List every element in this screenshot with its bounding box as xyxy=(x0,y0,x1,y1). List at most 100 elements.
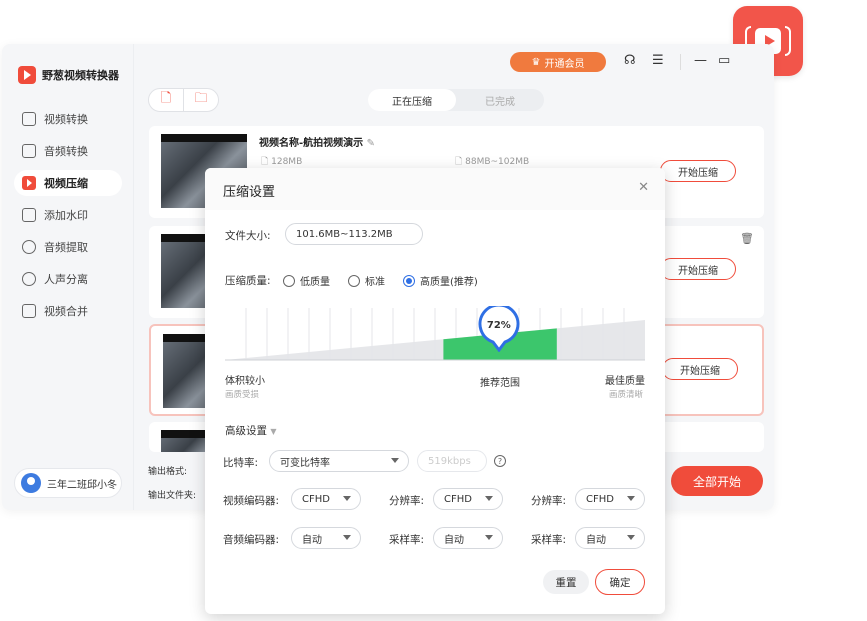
audio-extract-icon xyxy=(22,240,36,254)
trash-icon[interactable]: 🗑 xyxy=(740,232,754,245)
sidebar-item-video-compress[interactable]: 视频压缩 xyxy=(14,170,122,196)
advanced-settings-toggle[interactable]: 高级设置 ▼ xyxy=(225,423,277,438)
video-convert-icon xyxy=(22,112,36,126)
chevron-down-icon xyxy=(485,496,493,501)
minimize-icon[interactable]: — xyxy=(694,53,707,68)
quality-slider[interactable] xyxy=(225,308,645,362)
video-encoder-value: CFHD xyxy=(302,493,330,505)
tab-compressing[interactable]: 正在压缩 xyxy=(368,89,456,111)
resolution-label: 分辨率: xyxy=(389,495,425,507)
bitrate-value: 可变比特率 xyxy=(280,457,330,469)
user-account[interactable]: 三年二班邱小冬 xyxy=(14,468,122,498)
help-icon[interactable]: ? xyxy=(494,455,506,467)
topbar: ♛ 开通会员 ☊ ☰ — ▭ xyxy=(134,44,774,84)
radio-selected-icon xyxy=(403,274,415,287)
sidebar-nav: 视频转换 音频转换 视频压缩 添加水印 音频提取 人声分离 视频合并 xyxy=(14,106,122,330)
output-folder-label: 输出文件夹: xyxy=(148,491,197,501)
scale-right-label: 最佳质量 xyxy=(605,376,645,387)
radio-icon xyxy=(283,274,295,287)
sidebar-item-label: 视频合并 xyxy=(44,305,88,318)
bitrate-kbps-field[interactable]: 519kbps xyxy=(417,450,487,472)
sample-rate-value-2: 自动 xyxy=(586,534,606,546)
close-icon[interactable]: ✕ xyxy=(638,180,649,195)
chevron-down-icon xyxy=(343,535,351,540)
sample-rate-select-2[interactable]: 自动 xyxy=(575,527,645,549)
video-encoder-label: 视频编码器: xyxy=(223,495,280,507)
resolution-select[interactable]: CFHD xyxy=(433,488,503,510)
sidebar-item-label: 音频提取 xyxy=(44,241,88,254)
file-icon: 🗋 xyxy=(261,157,269,167)
file-size-label: 文件大小: xyxy=(225,230,271,242)
scale-right-sub: 画质清晰 xyxy=(609,390,644,400)
sample-rate-label-2: 采样率: xyxy=(531,534,567,546)
start-compress-button[interactable]: 开始压缩 xyxy=(660,160,736,182)
sidebar-item-watermark[interactable]: 添加水印 xyxy=(14,202,122,228)
add-file-button[interactable]: 🗋 xyxy=(148,88,184,112)
app-logo: 野葱视频转换器 xyxy=(18,66,119,84)
tab-done[interactable]: 已完成 xyxy=(456,89,544,111)
user-name: 三年二班邱小冬 xyxy=(47,479,117,491)
sample-rate-label: 采样率: xyxy=(389,534,425,546)
quality-standard-radio[interactable]: 标准 xyxy=(348,273,385,288)
sample-rate-value: 自动 xyxy=(444,534,464,546)
advanced-label: 高级设置 xyxy=(225,425,267,437)
radio-label: 低质量 xyxy=(300,277,330,288)
chevron-down-icon: ▼ xyxy=(270,427,277,436)
chevron-down-icon xyxy=(627,496,635,501)
crown-icon: ♛ xyxy=(531,56,541,68)
quality-low-radio[interactable]: 低质量 xyxy=(283,273,330,288)
radio-label: 标准 xyxy=(365,277,385,288)
scale-left-sub: 画质受损 xyxy=(225,390,260,400)
resolution-value: CFHD xyxy=(444,493,472,505)
compress-settings-dialog: 压缩设置 ✕ 文件大小: 101.6MB~113.2MB 压缩质量: 低质量 标… xyxy=(205,168,665,614)
bitrate-select[interactable]: 可变比特率 xyxy=(269,450,409,472)
menu-icon[interactable]: ☰ xyxy=(652,53,664,68)
start-all-button[interactable]: 全部开始 xyxy=(671,466,763,496)
add-folder-icon: 🗀 xyxy=(194,91,208,106)
app-title: 野葱视频转换器 xyxy=(42,69,119,82)
resolution-select-2[interactable]: CFHD xyxy=(575,488,645,510)
add-folder-button[interactable]: 🗀 xyxy=(183,88,219,112)
sample-rate-select[interactable]: 自动 xyxy=(433,527,503,549)
file-name-text: 视频名称-航拍视频演示 xyxy=(259,138,364,149)
chevron-down-icon xyxy=(485,535,493,540)
confirm-button[interactable]: 确定 xyxy=(595,569,645,595)
start-compress-button[interactable]: 开始压缩 xyxy=(660,258,736,280)
radio-label: 高质量(推荐) xyxy=(420,277,478,288)
bitrate-kbps-value: 519kbps xyxy=(428,455,471,467)
sidebar-item-label: 视频压缩 xyxy=(44,177,88,190)
resolution-label-2: 分辨率: xyxy=(531,495,567,507)
audio-convert-icon xyxy=(22,144,36,158)
quality-knob[interactable]: 72% xyxy=(478,303,520,353)
video-compress-icon xyxy=(22,176,36,190)
divider xyxy=(680,54,681,70)
start-compress-button[interactable]: 开始压缩 xyxy=(662,358,738,380)
quality-high-radio[interactable]: 高质量(推荐) xyxy=(403,273,478,288)
headset-icon[interactable]: ☊ xyxy=(624,53,636,68)
sidebar-item-video-convert[interactable]: 视频转换 xyxy=(14,106,122,132)
output-size-text: 88MB~102MB xyxy=(465,157,530,167)
edit-icon[interactable]: ✎ xyxy=(367,138,375,149)
sidebar: 野葱视频转换器 视频转换 音频转换 视频压缩 添加水印 音频提取 人声分离 视频… xyxy=(2,44,134,510)
quality-percent: 72% xyxy=(486,320,511,331)
file-icon: 🗋 xyxy=(455,157,463,167)
file-size-field[interactable]: 101.6MB~113.2MB xyxy=(285,223,423,245)
audio-encoder-select[interactable]: 自动 xyxy=(291,527,361,549)
dialog-header: 压缩设置 ✕ xyxy=(205,168,665,210)
audio-encoder-label: 音频编码器: xyxy=(223,534,280,546)
sidebar-item-label: 人声分离 xyxy=(44,273,88,286)
reset-button[interactable]: 重置 xyxy=(543,570,589,594)
video-encoder-select[interactable]: CFHD xyxy=(291,488,361,510)
source-size-text: 128MB xyxy=(271,157,303,167)
output-format-label: 输出格式: xyxy=(148,467,188,477)
vip-button[interactable]: ♛ 开通会员 xyxy=(510,52,606,72)
sidebar-item-audio-extract[interactable]: 音频提取 xyxy=(14,234,122,260)
maximize-icon[interactable]: ▭ xyxy=(718,53,730,68)
sidebar-item-video-merge[interactable]: 视频合并 xyxy=(14,298,122,324)
sidebar-item-audio-convert[interactable]: 音频转换 xyxy=(14,138,122,164)
watermark-icon xyxy=(22,208,36,222)
voice-separate-icon xyxy=(22,272,36,286)
sidebar-item-voice-separate[interactable]: 人声分离 xyxy=(14,266,122,292)
scale-mid-label: 推荐范围 xyxy=(480,378,520,389)
dialog-title: 压缩设置 xyxy=(223,185,276,200)
